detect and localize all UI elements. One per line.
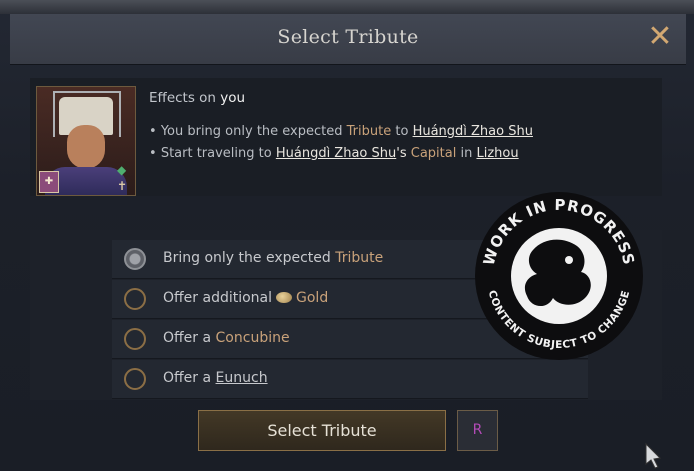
option-text: Offer a (163, 330, 212, 346)
select-tribute-button[interactable]: Select Tribute (198, 410, 446, 451)
face (67, 125, 105, 169)
option-eunuch[interactable]: Offer a Eunuch (112, 360, 588, 399)
gem-icon: ◆ (117, 163, 127, 177)
mouse-cursor-icon (645, 442, 662, 469)
coat-of-arms-icon[interactable]: ✚ (39, 171, 59, 193)
effect-line-2: • Start traveling to Huángdì Zhao Shu's … (149, 146, 519, 161)
possessive: 's (396, 146, 407, 161)
window-frame (0, 0, 694, 14)
radio-unselected[interactable] (124, 328, 146, 350)
concubine-term: Concubine (215, 330, 290, 346)
radio-unselected[interactable] (124, 288, 146, 310)
option-label: Bring only the expected Tribute (163, 250, 383, 266)
ruler-link[interactable]: Huángdì Zhao Shu (413, 124, 533, 139)
option-label: Offer a Eunuch (163, 370, 268, 386)
place-link[interactable]: Lizhou (476, 146, 518, 161)
effect-text: You bring only the expected (160, 124, 343, 139)
option-text: Bring only the expected (163, 250, 331, 266)
close-icon[interactable]: ✕ (642, 19, 678, 55)
window-title: Select Tribute (277, 26, 419, 48)
effect-text: to (395, 124, 409, 139)
radio-selected[interactable] (124, 248, 146, 270)
tribute-term: Tribute (335, 250, 384, 266)
effects-heading: Effects on you (149, 90, 245, 106)
gold-icon (276, 292, 293, 303)
work-in-progress-watermark: WORK IN PROGRESS CONTENT SUBJECT TO CHAN… (475, 192, 643, 360)
character-portrait[interactable]: ✚ ◆ ✝ (36, 86, 136, 196)
gold-term: Gold (296, 290, 329, 306)
option-label: Offer a Concubine (163, 330, 290, 346)
tribute-term[interactable]: Tribute (347, 124, 392, 139)
option-text: Offer a (163, 370, 212, 386)
option-label: Offer additional Gold (163, 290, 328, 306)
bullet: • (149, 146, 157, 161)
bullet: • (149, 124, 157, 139)
radio-unselected[interactable] (124, 368, 146, 390)
effects-heading-target: you (220, 90, 246, 106)
title-bar: Select Tribute ✕ (10, 14, 686, 65)
effects-heading-prefix: Effects on (149, 90, 216, 106)
tribute-window: Select Tribute ✕ ✚ ◆ ✝ Effects on you • … (0, 0, 694, 471)
faith-icon: ✝ (117, 179, 128, 193)
effect-text: in (460, 146, 473, 161)
shortcut-key-badge[interactable]: R (457, 410, 498, 451)
option-text: Offer additional (163, 290, 273, 306)
effect-text: Start traveling to (160, 146, 272, 161)
capital-term[interactable]: Capital (411, 146, 457, 161)
effect-line-1: • You bring only the expected Tribute to… (149, 124, 533, 139)
eunuch-link[interactable]: Eunuch (216, 370, 268, 386)
ruler-link[interactable]: Huángdì Zhao Shu (276, 146, 396, 161)
